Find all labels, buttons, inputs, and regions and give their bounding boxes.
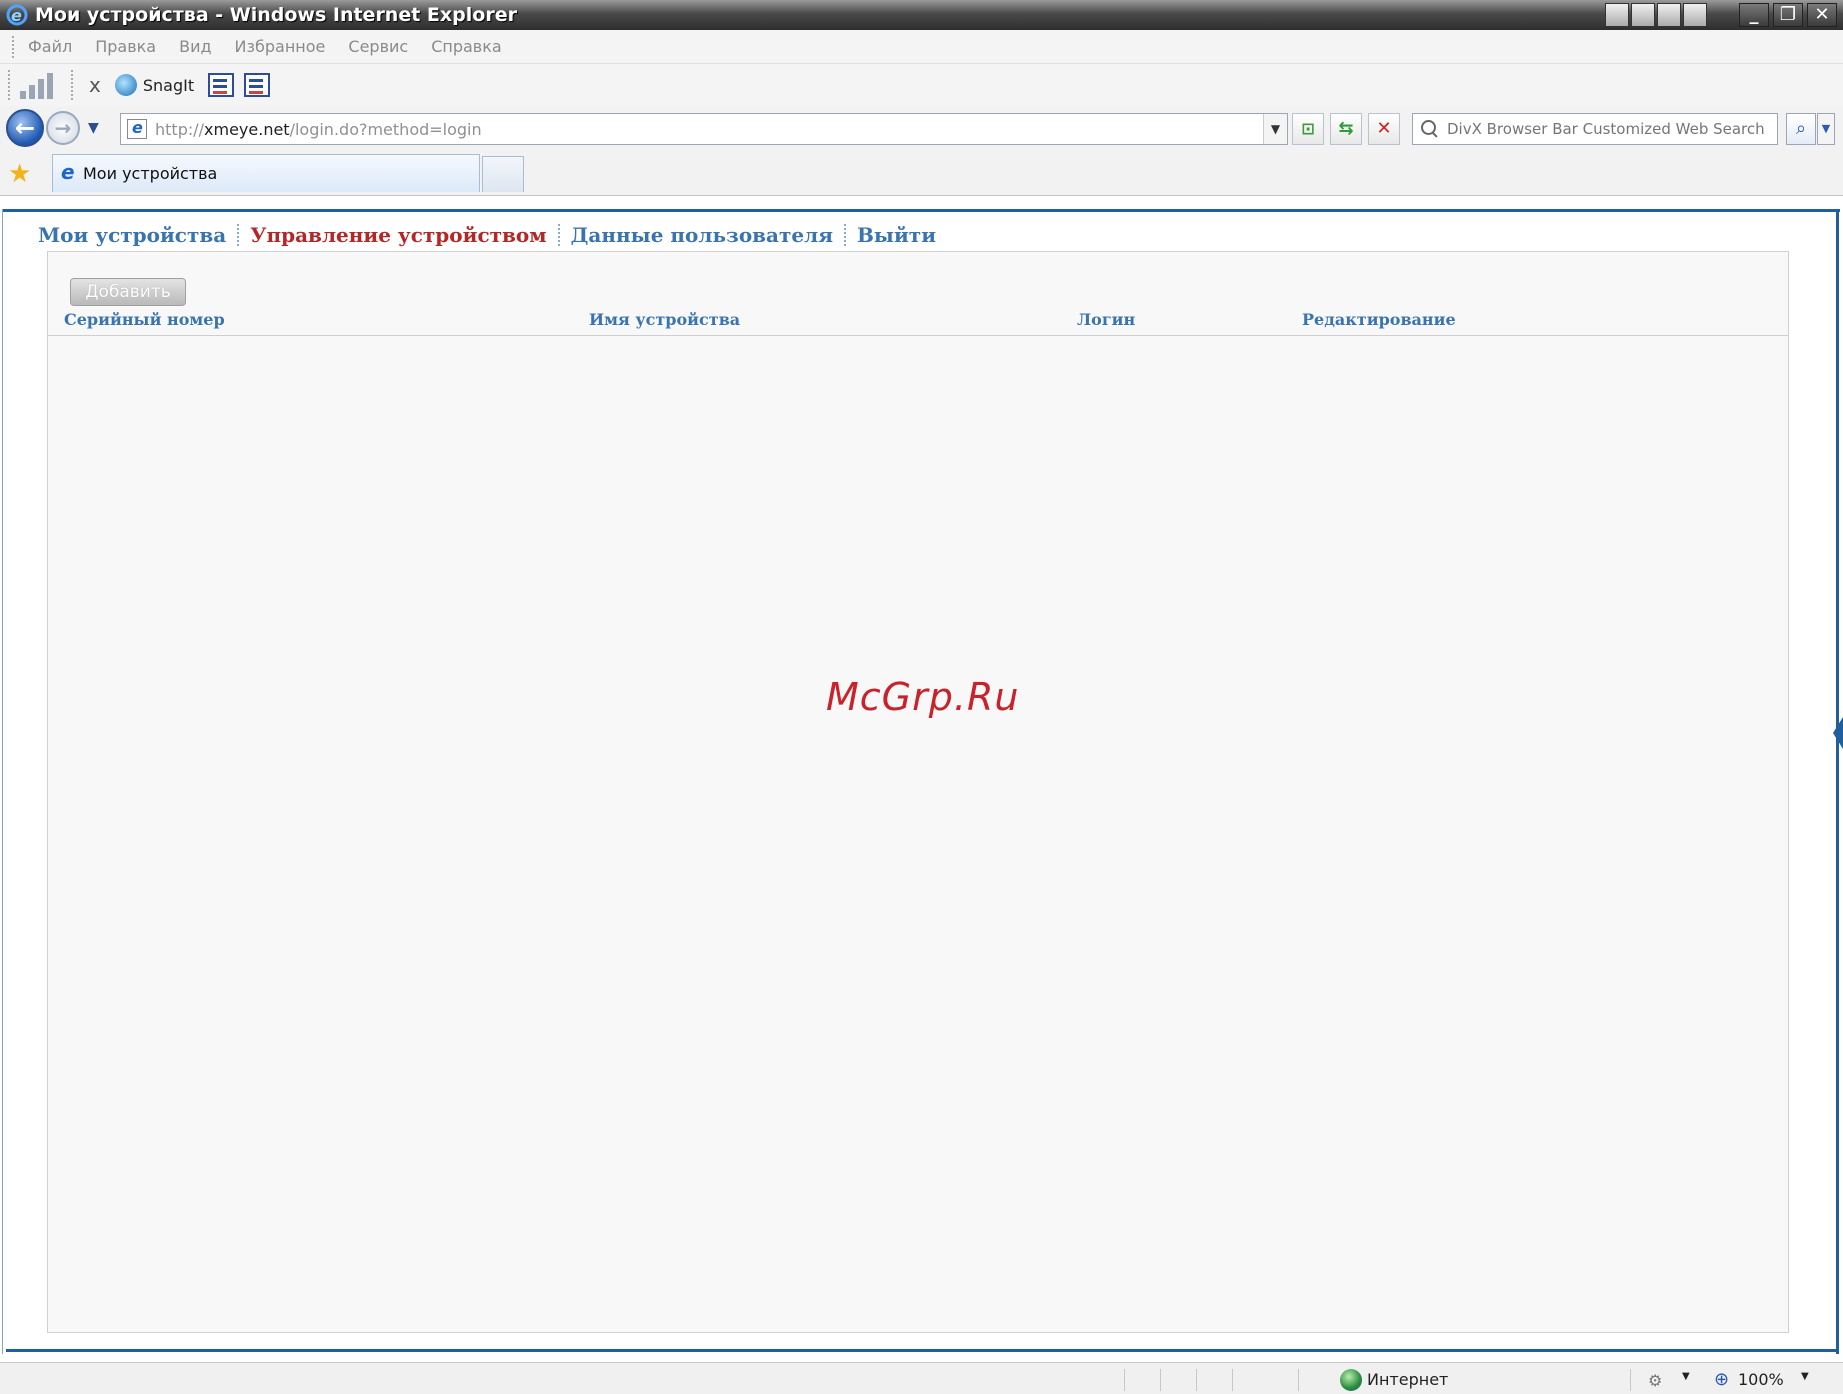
menu-grip[interactable] (12, 35, 16, 58)
status-divider (1298, 1369, 1299, 1391)
nav-my-devices[interactable]: Мои устройства (38, 223, 226, 247)
search-go-icon[interactable]: ⌕ (1786, 113, 1816, 145)
page-icon (127, 118, 147, 139)
search-icon (1421, 120, 1439, 138)
tab-my-devices[interactable]: Мои устройства (52, 154, 480, 192)
toolbar-grip-2 (71, 70, 75, 100)
address-dropdown-icon[interactable]: ▼ (1263, 114, 1287, 144)
capture-window-icon[interactable] (208, 73, 235, 97)
device-panel: Добавить Серийный номер Имя устройства Л… (47, 251, 1789, 1333)
frame-top-border (2, 209, 1840, 212)
toolbar-grip[interactable] (8, 70, 12, 100)
column-serial-number: Серийный номер (64, 310, 225, 329)
snagit-icon (114, 74, 137, 96)
forward-arrow-icon[interactable]: → (46, 111, 80, 145)
tab-label: Мои устройства (83, 164, 218, 183)
tab-ie-icon (59, 160, 79, 184)
capture-editor-icon[interactable] (244, 73, 271, 97)
address-bar[interactable]: http://xmeye.net/login.do?method=login ▼ (120, 113, 1288, 145)
favorites-star-icon[interactable]: ★ (8, 160, 31, 188)
title-tray-icons (1605, 3, 1707, 27)
frame-right-border (1836, 209, 1839, 1354)
status-divider (1232, 1369, 1233, 1391)
protected-mode-dropdown-icon[interactable]: ▼ (1682, 1371, 1690, 1382)
menu-bar: Файл Правка Вид Избранное Сервис Справка (0, 30, 1843, 64)
status-divider (1160, 1369, 1161, 1391)
status-divider (1630, 1369, 1631, 1391)
stop-icon[interactable]: ✕ (1368, 113, 1400, 145)
protected-mode-icon[interactable]: ⚙ (1648, 1371, 1662, 1390)
security-zone[interactable]: Интернет (1367, 1370, 1448, 1389)
address-url[interactable]: http://xmeye.net/login.do?method=login (155, 120, 482, 139)
zoom-dropdown-icon[interactable]: ▼ (1801, 1371, 1809, 1382)
compat-view-icon[interactable]: ⊡ (1292, 113, 1324, 145)
tray-icon-3[interactable] (1657, 3, 1681, 27)
side-collapse-icon[interactable] (1833, 717, 1843, 749)
window-title-bar: e Мои устройства - Windows Internet Expl… (0, 0, 1843, 30)
navigation-bar: ← → ▼ http://xmeye.net/login.do?method=l… (0, 106, 1843, 154)
menu-view[interactable]: Вид (179, 37, 211, 56)
menu-file[interactable]: Файл (28, 37, 72, 56)
nav-separator (844, 224, 847, 246)
new-tab-button[interactable] (482, 156, 524, 192)
status-bar: Интернет ⚙ ▼ ⊕ 100% ▼ (0, 1362, 1843, 1394)
command-toolbar: x SnagIt (0, 64, 1843, 106)
frame-bottom-border (6, 1349, 1838, 1352)
menu-favorites[interactable]: Избранное (235, 37, 326, 56)
ie-logo-icon: e (6, 4, 28, 26)
status-divider (1196, 1369, 1197, 1391)
back-arrow-icon[interactable]: ← (6, 109, 44, 147)
column-edit: Редактирование (1302, 310, 1456, 329)
refresh-icon[interactable]: ⇆ (1330, 113, 1362, 145)
maximize-button[interactable]: ❐ (1773, 3, 1803, 27)
search-input[interactable] (1447, 120, 1767, 138)
close-button[interactable]: ✕ (1807, 3, 1837, 27)
zoom-icon[interactable]: ⊕ (1714, 1369, 1729, 1390)
tray-icon-2[interactable] (1631, 3, 1655, 27)
tray-icon-4[interactable] (1683, 3, 1707, 27)
menu-edit[interactable]: Правка (95, 37, 156, 56)
page-nav: Мои устройства Управление устройством Да… (38, 223, 936, 247)
snagit-label: SnagIt (142, 75, 195, 95)
column-device-name: Имя устройства (589, 310, 741, 329)
search-box[interactable] (1412, 113, 1778, 145)
search-options-icon[interactable]: ▼ (1817, 113, 1835, 145)
menu-tools[interactable]: Сервис (348, 37, 408, 56)
nav-separator (557, 224, 560, 246)
toolbar-close-icon[interactable]: x (89, 73, 101, 97)
nav-device-management[interactable]: Управление устройством (250, 223, 546, 247)
window-title: Мои устройства - Windows Internet Explor… (35, 4, 517, 26)
tab-bar: ★ Мои устройства (0, 154, 1843, 196)
svg-text:e: e (11, 6, 22, 25)
history-dropdown-icon[interactable]: ▼ (88, 120, 99, 136)
nav-separator (237, 224, 240, 246)
signal-bars-icon[interactable] (20, 71, 53, 99)
globe-icon (1340, 1369, 1362, 1391)
nav-logout[interactable]: Выйти (857, 223, 936, 247)
minimize-button[interactable]: _ (1739, 3, 1769, 27)
tray-icon-1[interactable] (1605, 3, 1629, 27)
menu-help[interactable]: Справка (431, 37, 502, 56)
page-viewport: Мои устройства Управление устройством Да… (0, 197, 1843, 1362)
snagit-button[interactable]: SnagIt (114, 74, 195, 96)
column-login: Логин (1077, 310, 1136, 329)
zoom-level[interactable]: 100% (1738, 1370, 1784, 1389)
frame-left-border (2, 209, 3, 1354)
watermark-text: McGrp.Ru (826, 675, 1020, 719)
status-divider (1124, 1369, 1125, 1391)
table-header-divider (48, 335, 1788, 336)
add-device-button[interactable]: Добавить (70, 278, 186, 306)
nav-user-data[interactable]: Данные пользователя (571, 223, 833, 247)
